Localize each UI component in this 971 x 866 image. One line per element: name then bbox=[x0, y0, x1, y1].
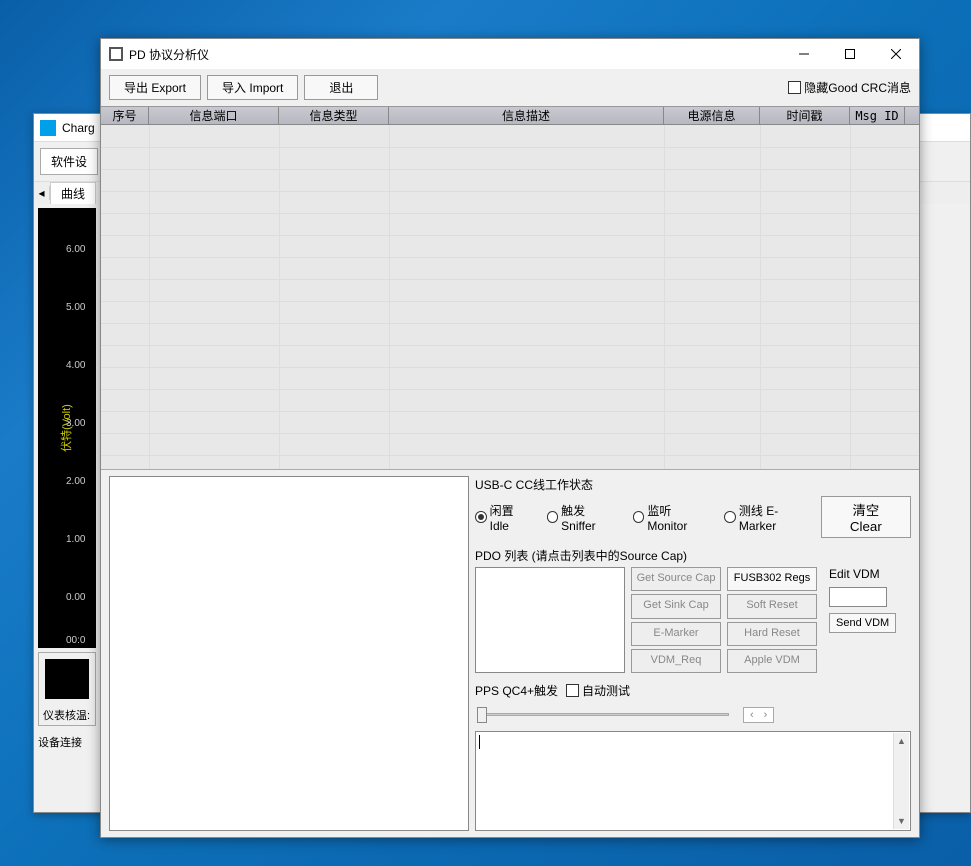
export-button[interactable]: 导出 Export bbox=[109, 75, 201, 100]
radio-emarker-circle[interactable] bbox=[724, 511, 736, 523]
get-source-cap-button[interactable]: Get Source Cap bbox=[631, 567, 721, 591]
import-button[interactable]: 导入 Import bbox=[207, 75, 298, 100]
edit-vdm-label: Edit VDM bbox=[829, 567, 896, 581]
close-button[interactable] bbox=[873, 39, 919, 69]
pd-window-title: PD 协议分析仪 bbox=[129, 46, 781, 63]
hide-crc-checkbox[interactable] bbox=[788, 81, 801, 94]
bg-meter bbox=[45, 659, 89, 699]
auto-test-checkbox-wrap[interactable]: 自动测试 bbox=[566, 682, 630, 699]
bg-tick: 4.00 bbox=[66, 360, 85, 371]
bg-meter-panel: 仪表核温: bbox=[38, 652, 96, 726]
pd-app-icon bbox=[109, 47, 123, 61]
col-power[interactable]: 电源信息 bbox=[664, 107, 760, 124]
radio-emarker[interactable]: 测线 E-Marker bbox=[724, 502, 813, 533]
radio-monitor-circle[interactable] bbox=[633, 511, 645, 523]
control-panel: USB-C CC线工作状态 闲置 Idle 触发 Sniffer 监听 Moni… bbox=[475, 476, 911, 831]
text-cursor bbox=[479, 735, 480, 749]
pd-toolbar: 导出 Export 导入 Import 退出 隐藏Good CRC消息 bbox=[101, 69, 919, 106]
bg-chart: 伏特(Volt) 6.00 5.00 4.00 3.00 2.00 1.00 0… bbox=[38, 208, 96, 648]
radio-monitor[interactable]: 监听 Monitor bbox=[633, 502, 713, 533]
bg-settings-button[interactable]: 软件设 bbox=[40, 148, 98, 175]
col-type[interactable]: 信息类型 bbox=[279, 107, 389, 124]
message-detail-box[interactable] bbox=[109, 476, 469, 831]
soft-reset-button[interactable]: Soft Reset bbox=[727, 594, 817, 618]
auto-test-label: 自动测试 bbox=[582, 682, 630, 699]
lower-panel: USB-C CC线工作状态 闲置 Idle 触发 Sniffer 监听 Moni… bbox=[101, 470, 919, 839]
cc-mode-radio-group: 闲置 Idle 触发 Sniffer 监听 Monitor 测线 E-Marke… bbox=[475, 502, 813, 533]
vdm-req-button[interactable]: VDM_Req bbox=[631, 649, 721, 673]
scroll-down-icon[interactable]: ▼ bbox=[894, 813, 909, 829]
radio-sniffer-circle[interactable] bbox=[547, 511, 559, 523]
bg-tick: 2.00 bbox=[66, 476, 85, 487]
spin-right-icon[interactable]: › bbox=[764, 709, 768, 721]
col-port[interactable]: 信息端口 bbox=[149, 107, 279, 124]
col-timestamp[interactable]: 时间戳 bbox=[760, 107, 850, 124]
col-seq[interactable]: 序号 bbox=[101, 107, 149, 124]
scroll-up-icon[interactable]: ▲ bbox=[894, 733, 909, 749]
pd-analyzer-window: PD 协议分析仪 导出 Export 导入 Import 退出 隐藏Good C… bbox=[100, 38, 920, 838]
vdm-panel: Edit VDM Send VDM bbox=[829, 567, 896, 673]
apple-vdm-button[interactable]: Apple VDM bbox=[727, 649, 817, 673]
bg-title-text: Charg bbox=[62, 121, 95, 135]
message-table-header: 序号 信息端口 信息类型 信息描述 电源信息 时间戳 Msg ID bbox=[101, 106, 919, 125]
col-desc[interactable]: 信息描述 bbox=[389, 107, 664, 124]
hide-crc-checkbox-wrap[interactable]: 隐藏Good CRC消息 bbox=[788, 79, 911, 96]
hide-crc-label: 隐藏Good CRC消息 bbox=[804, 79, 911, 96]
cc-status-label: USB-C CC线工作状态 bbox=[475, 476, 911, 493]
e-marker-button[interactable]: E-Marker bbox=[631, 622, 721, 646]
spin-left-icon[interactable]: ‹ bbox=[750, 709, 754, 721]
bg-tick: 3.00 bbox=[66, 418, 85, 429]
bg-tick: 6.00 bbox=[66, 244, 85, 255]
pps-slider[interactable] bbox=[475, 706, 735, 724]
bg-tab-curve[interactable]: 曲线 bbox=[50, 182, 96, 204]
bg-tick: 0.00 bbox=[66, 592, 85, 603]
command-buttons: Get Source Cap FUSB302 Regs Get Sink Cap… bbox=[631, 567, 817, 673]
minimize-button[interactable] bbox=[781, 39, 827, 69]
pdo-list[interactable] bbox=[475, 567, 625, 673]
clear-button[interactable]: 清空 Clear bbox=[821, 496, 911, 538]
message-table-body[interactable] bbox=[101, 125, 919, 470]
get-sink-cap-button[interactable]: Get Sink Cap bbox=[631, 594, 721, 618]
auto-test-checkbox[interactable] bbox=[566, 684, 579, 697]
log-textarea[interactable]: ▲ ▼ bbox=[475, 731, 911, 831]
col-msgid[interactable]: Msg ID bbox=[850, 107, 905, 124]
vdm-input[interactable] bbox=[829, 587, 887, 607]
send-vdm-button[interactable]: Send VDM bbox=[829, 613, 896, 633]
bg-xtick: 00:0 bbox=[66, 635, 85, 646]
exit-button[interactable]: 退出 bbox=[304, 75, 378, 100]
pdo-list-label: PDO 列表 (请点击列表中的Source Cap) bbox=[475, 547, 911, 564]
radio-idle[interactable]: 闲置 Idle bbox=[475, 502, 535, 533]
bg-tick: 1.00 bbox=[66, 534, 85, 545]
hard-reset-button[interactable]: Hard Reset bbox=[727, 622, 817, 646]
pps-label: PPS QC4+触发 bbox=[475, 682, 558, 699]
fusb302-regs-button[interactable]: FUSB302 Regs bbox=[727, 567, 817, 591]
pps-spinner: ‹ › bbox=[743, 707, 774, 723]
log-scrollbar[interactable]: ▲ ▼ bbox=[893, 733, 909, 829]
bg-tab-scroll-left[interactable]: ◂ bbox=[34, 186, 50, 200]
pd-titlebar[interactable]: PD 协议分析仪 bbox=[101, 39, 919, 69]
radio-idle-circle[interactable] bbox=[475, 511, 487, 523]
maximize-button[interactable] bbox=[827, 39, 873, 69]
pps-slider-thumb[interactable] bbox=[477, 707, 487, 723]
bg-tick: 5.00 bbox=[66, 302, 85, 313]
radio-sniffer[interactable]: 触发 Sniffer bbox=[547, 502, 621, 533]
bg-meter-label: 仪表核温: bbox=[39, 705, 95, 725]
bg-app-icon bbox=[40, 120, 56, 136]
